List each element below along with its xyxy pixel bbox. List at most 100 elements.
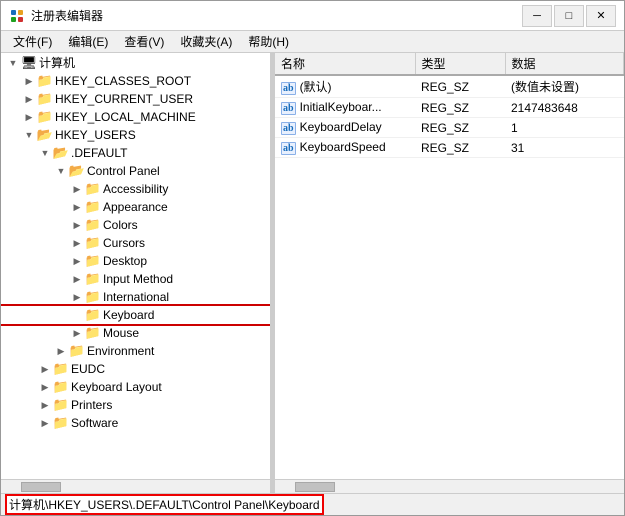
left-hscroll-thumb[interactable] <box>21 482 61 492</box>
expand-default-icon: ▼ <box>37 145 53 161</box>
cell-data: 1 <box>505 118 624 138</box>
tree-item-software[interactable]: ▶ 📁 Software <box>1 414 270 432</box>
folder-default-icon: 📂 <box>53 145 69 161</box>
cell-type: REG_SZ <box>415 118 505 138</box>
maximize-button[interactable]: □ <box>554 5 584 27</box>
minimize-button[interactable]: ─ <box>522 5 552 27</box>
left-pane-hscroll[interactable] <box>1 479 270 493</box>
environment-label: Environment <box>87 344 154 358</box>
tree-item-desktop[interactable]: ▶ 📁 Desktop <box>1 252 270 270</box>
keyboardlayout-label: Keyboard Layout <box>71 380 162 394</box>
cell-data: 31 <box>505 138 624 158</box>
folder-inputmethod-icon: 📁 <box>85 271 101 287</box>
folder-mouse-icon: 📁 <box>85 325 101 341</box>
tree-item-keyboard[interactable]: ▶ 📁 Keyboard <box>1 306 270 324</box>
col-name[interactable]: 名称 <box>275 53 415 75</box>
folder-desktop-icon: 📁 <box>85 253 101 269</box>
expand-hklm-icon: ▶ <box>21 109 37 125</box>
expand-mouse-icon: ▶ <box>69 325 85 341</box>
hkcr-label: HKEY_CLASSES_ROOT <box>55 74 191 88</box>
folder-appearance-icon: 📁 <box>85 199 101 215</box>
tree-item-default[interactable]: ▼ 📂 .DEFAULT <box>1 144 270 162</box>
hklm-label: HKEY_LOCAL_MACHINE <box>55 110 196 124</box>
expand-environment-icon: ▶ <box>53 343 69 359</box>
folder-hklm-icon: 📁 <box>37 109 53 125</box>
table-row[interactable]: abKeyboardDelayREG_SZ1 <box>275 118 624 138</box>
folder-international-icon: 📁 <box>85 289 101 305</box>
tree-item-colors[interactable]: ▶ 📁 Colors <box>1 216 270 234</box>
value-scroll[interactable]: 名称 类型 数据 ab(默认)REG_SZ(数值未设置)abInitialKey… <box>275 53 624 479</box>
expand-inputmethod-icon: ▶ <box>69 271 85 287</box>
mouse-label: Mouse <box>103 326 139 340</box>
col-type[interactable]: 类型 <box>415 53 505 75</box>
table-row[interactable]: ab(默认)REG_SZ(数值未设置) <box>275 75 624 98</box>
left-hscroll-bar[interactable] <box>1 480 270 494</box>
menu-favorites[interactable]: 收藏夹(A) <box>172 31 240 52</box>
status-bar: 计算机\HKEY_USERS\.DEFAULT\Control Panel\Ke… <box>1 493 624 515</box>
folder-software-icon: 📁 <box>53 415 69 431</box>
folder-hku-icon: 📂 <box>37 127 53 143</box>
tree-item-inputmethod[interactable]: ▶ 📁 Input Method <box>1 270 270 288</box>
menu-edit[interactable]: 编辑(E) <box>60 31 116 52</box>
folder-environment-icon: 📁 <box>69 343 85 359</box>
controlpanel-label: Control Panel <box>87 164 160 178</box>
expand-printers-icon: ▶ <box>37 397 53 413</box>
expand-appearance-icon: ▶ <box>69 199 85 215</box>
tree-item-international[interactable]: ▶ 📁 International <box>1 288 270 306</box>
tree-item-appearance[interactable]: ▶ 📁 Appearance <box>1 198 270 216</box>
menu-help[interactable]: 帮助(H) <box>240 31 297 52</box>
status-path: 计算机\HKEY_USERS\.DEFAULT\Control Panel\Ke… <box>5 494 324 515</box>
tree-item-mouse[interactable]: ▶ 📁 Mouse <box>1 324 270 342</box>
tree-pane: ▼ 🖥 计算机 ▶ 📁 HKEY_CLASSES_ROOT ▶ 📁 HKEY_C… <box>1 53 271 493</box>
window-title: 注册表编辑器 <box>31 7 522 24</box>
cursors-label: Cursors <box>103 236 145 250</box>
right-hscroll-thumb[interactable] <box>295 482 335 492</box>
tree-item-cursors[interactable]: ▶ 📁 Cursors <box>1 234 270 252</box>
desktop-label: Desktop <box>103 254 147 268</box>
tree-item-hkcr[interactable]: ▶ 📁 HKEY_CLASSES_ROOT <box>1 72 270 90</box>
expand-computer-icon: ▼ <box>5 55 21 71</box>
tree-item-hku[interactable]: ▼ 📂 HKEY_USERS <box>1 126 270 144</box>
tree-item-controlpanel[interactable]: ▼ 📂 Control Panel <box>1 162 270 180</box>
expand-accessibility-icon: ▶ <box>69 181 85 197</box>
folder-eudc-icon: 📁 <box>53 361 69 377</box>
cell-name: abKeyboardDelay <box>275 118 415 138</box>
expand-keyboardlayout-icon: ▶ <box>37 379 53 395</box>
tree-item-computer[interactable]: ▼ 🖥 计算机 <box>1 53 270 72</box>
cell-type: REG_SZ <box>415 138 505 158</box>
expand-international-icon: ▶ <box>69 289 85 305</box>
menu-bar: 文件(F) 编辑(E) 查看(V) 收藏夹(A) 帮助(H) <box>1 31 624 53</box>
folder-keyboardlayout-icon: 📁 <box>53 379 69 395</box>
menu-file[interactable]: 文件(F) <box>5 31 60 52</box>
expand-colors-icon: ▶ <box>69 217 85 233</box>
tree-item-hklm[interactable]: ▶ 📁 HKEY_LOCAL_MACHINE <box>1 108 270 126</box>
accessibility-label: Accessibility <box>103 182 168 196</box>
value-pane: 名称 类型 数据 ab(默认)REG_SZ(数值未设置)abInitialKey… <box>275 53 624 493</box>
table-row[interactable]: abKeyboardSpeedREG_SZ31 <box>275 138 624 158</box>
tree-scroll[interactable]: ▼ 🖥 计算机 ▶ 📁 HKEY_CLASSES_ROOT ▶ 📁 HKEY_C… <box>1 53 270 479</box>
col-data[interactable]: 数据 <box>505 53 624 75</box>
tree-item-eudc[interactable]: ▶ 📁 EUDC <box>1 360 270 378</box>
menu-view[interactable]: 查看(V) <box>116 31 172 52</box>
tree-item-printers[interactable]: ▶ 📁 Printers <box>1 396 270 414</box>
tree-item-keyboardlayout[interactable]: ▶ 📁 Keyboard Layout <box>1 378 270 396</box>
tree-item-environment[interactable]: ▶ 📁 Environment <box>1 342 270 360</box>
right-hscroll-bar[interactable] <box>275 480 624 494</box>
cell-data: 2147483648 <box>505 98 624 118</box>
expand-eudc-icon: ▶ <box>37 361 53 377</box>
inputmethod-label: Input Method <box>103 272 173 286</box>
folder-accessibility-icon: 📁 <box>85 181 101 197</box>
folder-keyboard-icon: 📁 <box>85 307 101 323</box>
cell-name: abKeyboardSpeed <box>275 138 415 158</box>
keyboard-label: Keyboard <box>103 308 154 322</box>
colors-label: Colors <box>103 218 138 232</box>
right-pane-hscroll[interactable] <box>275 479 624 493</box>
expand-controlpanel-icon: ▼ <box>53 163 69 179</box>
folder-controlpanel-icon: 📂 <box>69 163 85 179</box>
tree-item-accessibility[interactable]: ▶ 📁 Accessibility <box>1 180 270 198</box>
expand-desktop-icon: ▶ <box>69 253 85 269</box>
app-icon <box>9 8 25 24</box>
close-button[interactable]: ✕ <box>586 5 616 27</box>
table-row[interactable]: abInitialKeyboar...REG_SZ2147483648 <box>275 98 624 118</box>
tree-item-hkcu[interactable]: ▶ 📁 HKEY_CURRENT_USER <box>1 90 270 108</box>
